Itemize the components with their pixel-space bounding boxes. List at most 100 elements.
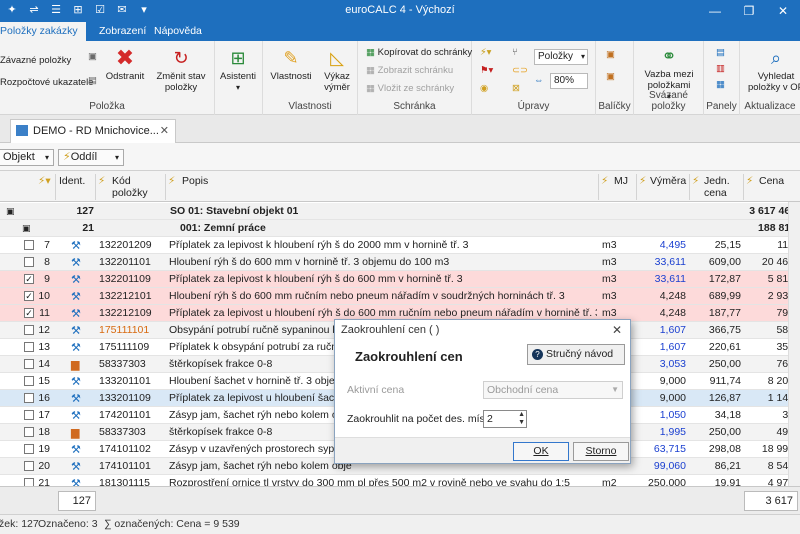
kopirovat-do-schranky-button[interactable]: ▦ Kopírovat do schránky xyxy=(366,47,472,58)
rounding-dialog: Zaokrouhlení cen ( ) ✕ Zaokrouhlení cen … xyxy=(334,319,631,464)
row-popis: Rozprostření ornice tl vrstvy do 300 mm … xyxy=(169,477,570,486)
package2-icon[interactable]: ▣ xyxy=(606,71,615,82)
chevron-down-icon: ▾ xyxy=(114,153,119,162)
row-checkbox[interactable] xyxy=(24,359,34,369)
header-popis[interactable]: Popis xyxy=(182,175,208,187)
row-number: 11 xyxy=(39,307,50,319)
package-icon[interactable]: ▣ xyxy=(606,49,615,60)
row-checkbox[interactable] xyxy=(24,342,34,352)
zobrazit-schranku-button[interactable]: ▦ Zobrazit schránku xyxy=(366,65,453,76)
table-row[interactable]: ✓ 10 ⚒ 132212101 Hloubení rýh š do 600 mm ru… xyxy=(0,288,800,305)
table-row[interactable]: 21 ⚒ 181301115 Rozprostření ornice tl vrstv… xyxy=(0,475,800,486)
work-item-icon: ⚒ xyxy=(71,410,81,422)
calc-icon[interactable]: ⊠ xyxy=(512,83,520,94)
panel1-icon[interactable]: ▤ xyxy=(716,47,725,58)
close-tab-icon[interactable]: ✕ xyxy=(160,120,169,142)
header-jedn-cena[interactable]: Jedn. cena xyxy=(704,175,740,199)
spin-arrows-icon[interactable]: ▲ ▼ xyxy=(518,411,525,427)
group-upravy: ⚡▾ ⚑▾ ◉ ⑂ ⊂⊃ ⊠ Položky ▾ ⇔ 80% Úpravy xyxy=(472,41,596,115)
sort-icon[interactable]: ⚡▾ xyxy=(480,47,491,58)
chevron-down-icon: ▼ xyxy=(611,385,619,394)
coins-icon[interactable]: ◉ xyxy=(480,83,488,94)
ok-button[interactable]: OK xyxy=(513,442,569,461)
row-checkbox[interactable] xyxy=(24,478,34,486)
copy-small-icon[interactable]: ▣ xyxy=(88,51,97,62)
vlastnosti-button[interactable]: ✎ Vlastnosti xyxy=(269,47,313,82)
asistenti-button[interactable]: ⊞ Asistenti ▾ xyxy=(218,47,258,93)
row-checkbox[interactable] xyxy=(24,410,34,420)
help-button[interactable]: ? Stručný návod xyxy=(527,344,625,365)
header-cena[interactable]: Cena xyxy=(759,175,784,187)
row-jedn-cena: 126,87 xyxy=(708,392,741,404)
group-label-vlastnosti: Vlastnosti xyxy=(288,101,332,112)
document-tab[interactable]: DEMO - RD Mnichovice... ✕ xyxy=(10,119,176,143)
row-cena: 763 xyxy=(776,358,794,370)
doc-small-icon[interactable]: ▤ xyxy=(88,75,97,86)
link-nodes-icon: ⚭ xyxy=(661,46,677,66)
grid-header: ⚡▾ Ident. ⚡ Kód položky ⚡ Popis ⚡ MJ ⚡ V… xyxy=(0,172,800,202)
row-jedn-cena: 34,18 xyxy=(714,409,741,421)
table-row[interactable]: 8 ⚒ 132201101 Hloubení rýh š do 600 mm v ho… xyxy=(0,254,800,271)
sort-column-icon[interactable]: ⚡▾ xyxy=(38,175,51,187)
row-checkbox[interactable] xyxy=(24,393,34,403)
panel3-icon[interactable]: ▦ xyxy=(716,79,725,90)
zmenit-stav-button[interactable]: ↻ Změnit stav položky xyxy=(152,47,210,93)
row-vymera: 9,000 xyxy=(659,392,686,404)
row-kod: 133201101 xyxy=(99,375,151,387)
row-checkbox[interactable] xyxy=(24,376,34,386)
group-row-oddil[interactable]: ▣ 21 001: Zemní práce 188 819 xyxy=(0,220,800,237)
row-checkbox[interactable] xyxy=(24,461,34,471)
tab-zobrazeni[interactable]: Zobrazení xyxy=(91,22,154,41)
odstranit-button[interactable]: ✖ Odstranit xyxy=(103,47,147,83)
row-cena: 354 xyxy=(776,341,794,353)
grid-footer: 127 3 617 463 xyxy=(0,486,800,525)
vykaz-vymer-button[interactable]: ◺ Výkaz výměr xyxy=(318,47,356,93)
zoom-input[interactable]: 80% xyxy=(550,73,588,89)
filter-icon[interactable]: ⚑▾ xyxy=(480,65,493,76)
fork-icon[interactable]: ⑂ xyxy=(512,47,518,58)
minimize-button[interactable]: — xyxy=(698,0,732,22)
vlozit-ze-schranky-button[interactable]: ▦ Vložit ze schránky xyxy=(366,83,454,94)
group-chip-oddil[interactable]: ⚡Oddíl ▾ xyxy=(58,149,124,166)
dialog-close-icon[interactable]: ✕ xyxy=(612,320,622,340)
tab-napoveda[interactable]: Nápověda xyxy=(146,22,210,41)
table-row[interactable]: ✓ 9 ⚒ 132201109 Příplatek za lepivost k hlou… xyxy=(0,271,800,288)
row-kod: 175111109 xyxy=(99,341,150,353)
row-checkbox[interactable]: ✓ xyxy=(24,274,34,284)
close-window-button[interactable]: ✕ xyxy=(766,0,800,22)
header-mj[interactable]: MJ xyxy=(614,175,628,187)
rozpoctove-ukazatele-button[interactable]: Rozpočtové ukazatele xyxy=(0,77,93,88)
collapse-icon[interactable]: ▣ xyxy=(22,220,31,236)
row-checkbox[interactable] xyxy=(24,427,34,437)
header-vymera[interactable]: Výměra xyxy=(650,175,686,187)
row-checkbox[interactable]: ✓ xyxy=(24,308,34,318)
storno-button[interactable]: Storno xyxy=(573,442,629,461)
collapse-icon[interactable]: ▣ xyxy=(6,203,15,219)
chevron-down-icon: ▾ xyxy=(44,153,49,162)
active-price-select[interactable]: Obchodní cena ▼ xyxy=(483,381,623,399)
tab-polozky-zakazky[interactable]: Položky zakázky xyxy=(0,22,86,41)
row-checkbox[interactable]: ✓ xyxy=(24,291,34,301)
panel2-icon[interactable]: ▥ xyxy=(716,63,725,74)
row-kod: 174101101 xyxy=(99,460,151,472)
vyhledat-polozky-button[interactable]: ⌕ Vyhledat položky v OP xyxy=(746,47,800,93)
zavazne-polozky-button[interactable]: Závazné položky xyxy=(0,55,71,66)
polozky-combo[interactable]: Položky ▾ xyxy=(534,49,588,65)
group-row-objekt[interactable]: ▣ 127 SO 01: Stavební objekt 01 3 617 46… xyxy=(0,203,800,220)
row-checkbox[interactable] xyxy=(24,325,34,335)
group-chip-objekt[interactable]: Objekt ▾ xyxy=(0,149,54,166)
maximize-button[interactable]: ❐ xyxy=(732,0,766,22)
row-checkbox[interactable] xyxy=(24,444,34,454)
row-number: 9 xyxy=(44,273,50,285)
decimals-stepper[interactable]: 2 ▲ ▼ xyxy=(483,410,527,428)
header-kod-icon: ⚡ xyxy=(98,175,106,187)
row-checkbox[interactable] xyxy=(24,240,34,250)
work-item-icon: ⚒ xyxy=(71,393,81,405)
header-kod[interactable]: Kód položky xyxy=(112,175,160,199)
table-row[interactable]: 7 ⚒ 132201209 Příplatek za lepivost k hloub… xyxy=(0,237,800,254)
group-balicky: ▣ ▣ Balíčky xyxy=(596,41,634,115)
vertical-scrollbar[interactable] xyxy=(788,202,800,486)
header-ident[interactable]: Ident. xyxy=(59,175,85,187)
tag-icon[interactable]: ⊂⊃ xyxy=(512,65,528,76)
row-checkbox[interactable] xyxy=(24,257,34,267)
